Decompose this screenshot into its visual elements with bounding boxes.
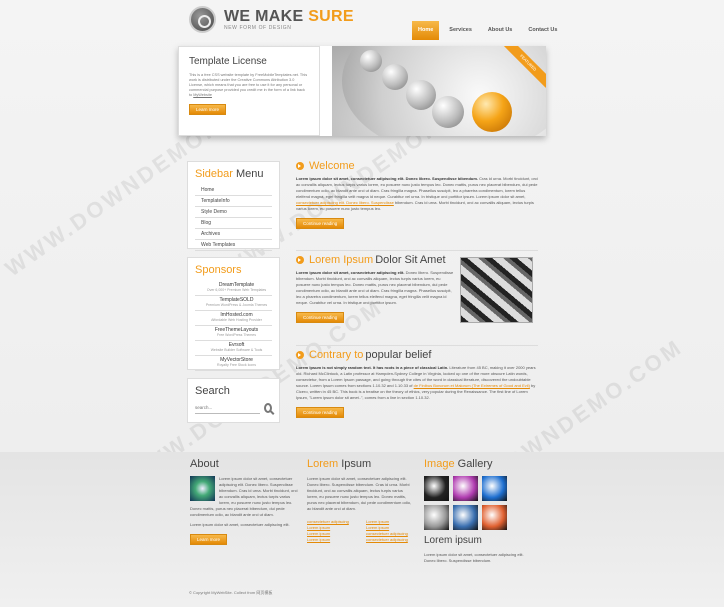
lorem-section: Lorem Ipsum Dolor Sit Amet Lorem ipsum d… [296,254,456,324]
welcome-section: Welcome Lorem ipsum dolor sit amet, cons… [296,160,538,230]
sidebar-item-blog[interactable]: Blog [195,218,272,229]
article-thumbnail [460,257,533,323]
gallery-thumbnail[interactable] [453,476,478,501]
footer-about: About Lorem ipsum dolor sit amet, consec… [190,458,298,546]
nav-about-us[interactable]: About Us [482,21,518,40]
footer-learn-more-button[interactable]: Learn more [190,534,228,545]
welcome-title: Welcome [309,160,355,172]
sponsors-box: Sponsors DreamTemplate Over 6,000+ Premiu… [187,257,280,371]
footer: About Lorem ipsum dolor sit amet, consec… [0,452,724,607]
license-link[interactable]: MyWebsite [193,93,212,97]
welcome-link[interactable]: consectetuer adipiscing elit. Donec libe… [296,200,394,205]
learn-more-button[interactable]: Learn more [189,104,227,115]
footer-link[interactable]: consectetuer adipiscing [366,531,415,536]
continue-reading-button[interactable]: Continue reading [296,407,345,418]
search-title: Search [195,385,230,397]
logo-title: WE MAKE SURE [224,8,354,25]
gallery-thumbnail[interactable] [482,505,507,530]
divider [296,250,538,251]
license-title: Template License [189,56,267,67]
sidebar-item-style-demo[interactable]: Style Demo [195,207,272,218]
logo-icon [189,6,216,33]
footer-gallery: Image Gallery Lorem ipsum Lorem ipsum do… [424,458,534,564]
nav-services[interactable]: Services [443,21,478,40]
sidebar-item-templateinfo[interactable]: TemplateInfo [195,196,272,207]
lorem-text: Lorem ipsum dolor sit amet, consectetuer… [296,270,454,305]
nav-home[interactable]: Home [412,21,440,40]
sidebar-item-web-templates[interactable]: Web Templates [195,240,272,251]
gallery-thumbnail[interactable] [424,476,449,501]
page: WWW.DOWNDEMO.COM WWW.DOWNDEMO.COM WWW.DO… [0,0,724,607]
welcome-text: Lorem ipsum dolor sit amet, consectetuer… [296,176,538,211]
arrow-bullet-icon [296,162,304,170]
logo-subtitle: NEW FORM OF DESIGN [224,25,292,31]
about-image [190,476,215,501]
footer-link[interactable]: Lorem ipsum [307,537,356,542]
divider [296,345,538,346]
sponsor-item[interactable]: DreamTemplate Over 6,000+ Premium Web Tem… [195,281,272,296]
footer-link[interactable]: Lorem ipsum [307,531,356,536]
arrow-bullet-icon [296,351,304,359]
continue-reading-button[interactable]: Continue reading [296,312,345,323]
gallery-thumbnail[interactable] [453,505,478,530]
site-logo[interactable]: WE MAKE SURE NEW FORM OF DESIGN [189,6,354,33]
gallery-subtitle: Lorem ipsum [424,535,482,546]
footer-about-title: About [190,458,219,470]
contrary-section: Contrary to popular belief Lorem Ipsum i… [296,349,538,419]
sponsors-title: Sponsors [195,264,242,276]
gallery-thumbnail[interactable] [482,476,507,501]
continue-reading-button[interactable]: Continue reading [296,218,345,229]
search-box: Search [187,378,280,423]
sponsor-item[interactable]: TemplateSOLD Premium WordPress & Joomla T… [195,296,272,311]
license-text: This is a free CSS website template by F… [189,73,308,97]
footer-link[interactable]: Lorem ipsum [307,525,356,530]
main-nav: Home Services About Us Contact Us [412,21,563,40]
sponsor-item[interactable]: MyVectorStore Royalty Free Stock Icons [195,356,272,371]
nav-contact-us[interactable]: Contact Us [522,21,563,40]
footer-link[interactable]: consectetuer adipiscing [307,519,356,524]
footer-link[interactable]: Lorem ipsum [366,519,415,524]
sponsor-item[interactable]: ImHosted.com Affordable Web Hosting Provi… [195,311,272,326]
hero-image: FEATURED [332,46,546,136]
footer-lorem: Lorem Ipsum Lorem ipsum dolor sit amet, … [307,458,415,542]
sidebar-item-archives[interactable]: Archives [195,229,272,240]
contrary-link[interactable]: de Finibus Bonorum et Malorum (The Extre… [414,383,530,388]
sidebar-menu: Sidebar Menu Home TemplateInfo Style Dem… [187,161,280,251]
gallery-thumbnail[interactable] [424,505,449,530]
sidebar-item-home[interactable]: Home [195,185,272,196]
search-input[interactable] [195,402,260,414]
sponsor-item[interactable]: Evrsoft Website Builder Software & Tools [195,341,272,356]
sidebar-menu-title: Sidebar Menu [195,168,264,180]
footer-link[interactable]: consectetuer adipiscing [366,537,415,542]
license-box: Template License This is a free CSS webs… [178,46,320,136]
copyright: © Copyright MyWebSite. Collect from 网页模板 [189,590,273,595]
arrow-bullet-icon [296,256,304,264]
search-icon[interactable] [264,403,272,413]
contrary-text: Lorem Ipsum is not simply random text. I… [296,365,536,400]
footer-link[interactable]: Lorem ipsum [366,525,415,530]
sponsor-item[interactable]: FreeThemeLayouts Free WordPress Themes [195,326,272,341]
hero-banner: Template License This is a free CSS webs… [178,46,546,136]
